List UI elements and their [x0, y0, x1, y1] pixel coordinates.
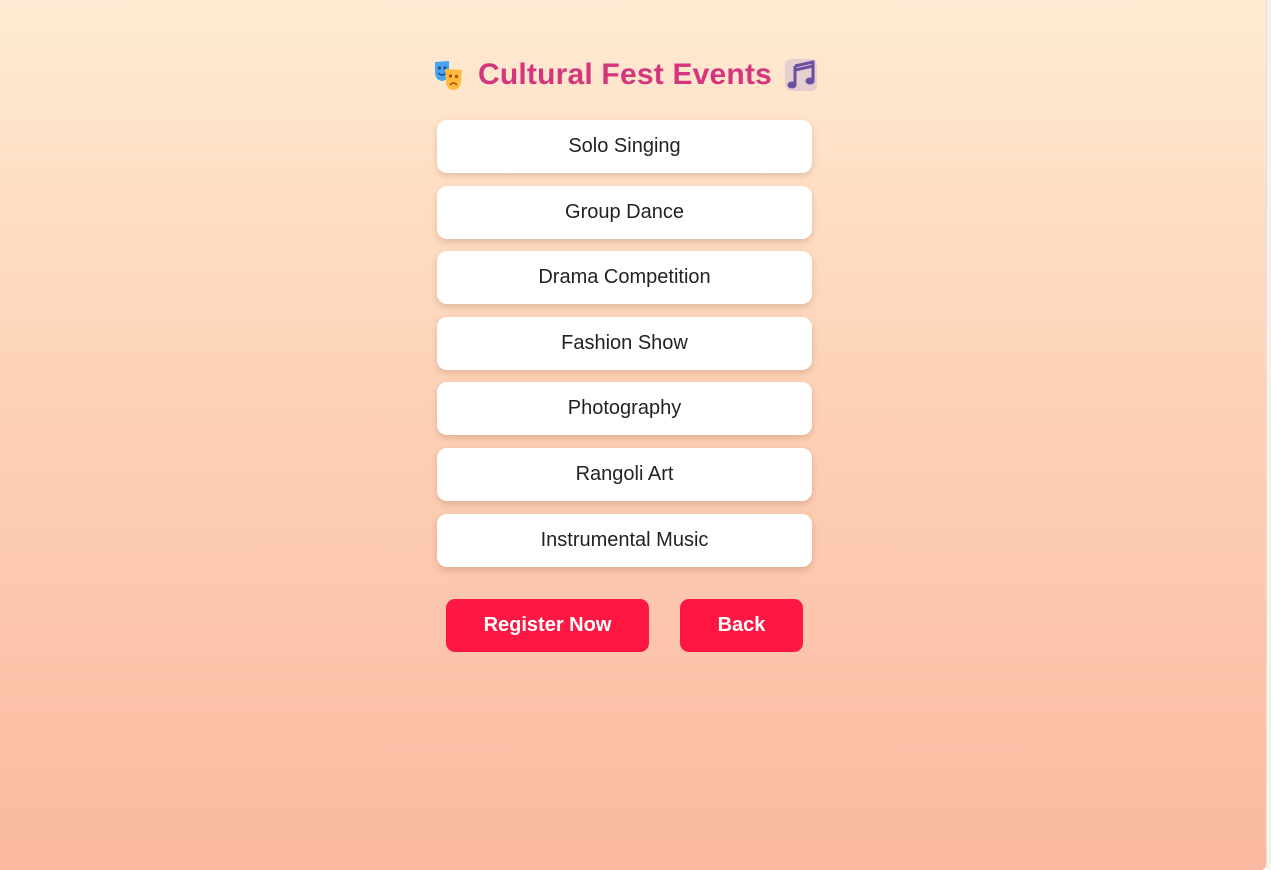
page-header: Cultural Fest Events [0, 58, 1250, 92]
theater-masks-icon [432, 58, 466, 92]
event-item-photography[interactable]: Photography [437, 382, 812, 436]
page-background: Cultural Fest Events Solo Singing Group … [0, 0, 1267, 870]
event-item-solo-singing[interactable]: Solo Singing [437, 120, 812, 173]
event-item-instrumental-music[interactable]: Instrumental Music [437, 513, 812, 567]
page-title: Cultural Fest Events [477, 58, 773, 91]
event-item-rangoli-art[interactable]: Rangoli Art [437, 447, 812, 501]
action-buttons: Register Now Back [446, 599, 803, 652]
event-item-group-dance[interactable]: Group Dance [437, 185, 812, 239]
event-list: Solo Singing Group Dance Drama Competiti… [437, 120, 812, 579]
window-edge [1267, 0, 1271, 870]
back-button[interactable]: Back [680, 599, 803, 652]
music-notes-icon [784, 58, 818, 92]
event-item-drama-competition[interactable]: Drama Competition [437, 251, 812, 305]
event-item-fashion-show[interactable]: Fashion Show [437, 316, 812, 370]
register-now-button[interactable]: Register Now [446, 599, 649, 652]
